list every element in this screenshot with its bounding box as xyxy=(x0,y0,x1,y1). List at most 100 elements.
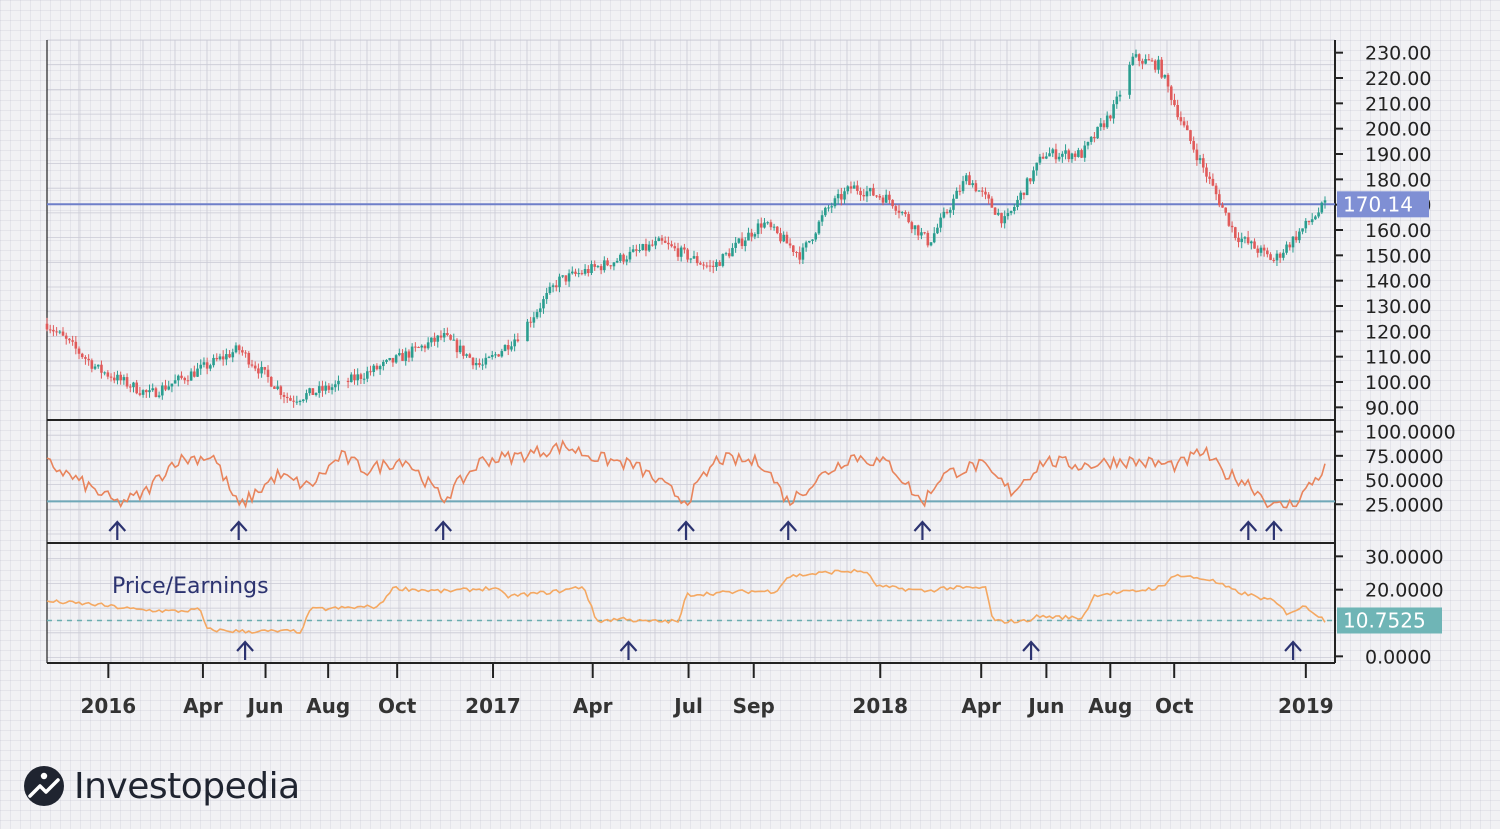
price-candle xyxy=(401,349,404,362)
price-candle xyxy=(1035,162,1039,176)
y-tick-label: 100.0000 xyxy=(1365,422,1456,444)
price-candle xyxy=(1157,55,1160,74)
price-candle xyxy=(926,230,930,248)
price-candle xyxy=(801,243,805,264)
price-candle xyxy=(548,282,552,295)
price-candle xyxy=(1093,131,1096,143)
price-candle xyxy=(833,195,837,209)
price-candle xyxy=(1128,61,1131,99)
price-candle xyxy=(298,399,302,406)
price-candle xyxy=(305,389,308,403)
price-candle xyxy=(189,368,193,381)
price-candle xyxy=(660,234,664,245)
y-tick-label: 25.0000 xyxy=(1365,494,1444,516)
price-candle xyxy=(1086,141,1090,150)
price-candle xyxy=(1061,151,1064,163)
price-candle xyxy=(420,344,424,352)
price-candle xyxy=(128,384,132,393)
price-candle xyxy=(1307,220,1311,226)
price-candle xyxy=(231,348,235,363)
y-tick-label: 50.0000 xyxy=(1365,470,1444,492)
price-pane: 90.00 100.00 110.00 120.00 130.00 140.00 150.0… xyxy=(45,43,1431,419)
price-candle xyxy=(1282,249,1285,261)
price-candle xyxy=(221,350,225,366)
price-candle xyxy=(1077,147,1080,158)
price-candle xyxy=(1089,136,1093,145)
price-candle xyxy=(122,374,126,385)
y-tick-label: 230.00 xyxy=(1365,43,1431,65)
price-candle xyxy=(612,261,616,271)
buy-signal-arrow xyxy=(1239,520,1258,540)
price-candle xyxy=(388,357,392,361)
price-candle xyxy=(125,373,129,389)
price-candle xyxy=(817,220,821,235)
x-tick-label: Apr xyxy=(961,694,1001,718)
price-candle xyxy=(1141,58,1144,70)
price-candle xyxy=(458,339,462,354)
price-candle xyxy=(1160,57,1163,79)
price-candle xyxy=(385,359,388,364)
price-candle xyxy=(337,375,340,391)
price-candle xyxy=(430,337,433,347)
price-candle xyxy=(1317,207,1320,219)
price-candle xyxy=(1304,218,1308,233)
price-candle xyxy=(132,381,135,393)
price-candle xyxy=(708,259,712,272)
price-candle xyxy=(843,187,846,204)
price-candle xyxy=(426,337,430,350)
price-candle xyxy=(52,325,55,337)
price-candle xyxy=(285,392,289,403)
price-candle xyxy=(1320,201,1324,215)
price-candle xyxy=(1057,152,1061,162)
price-candle xyxy=(561,275,564,279)
investopedia-logo-icon xyxy=(24,766,64,806)
price-candle xyxy=(996,208,1000,217)
price-candle xyxy=(1109,114,1112,122)
price-candle xyxy=(759,217,763,234)
price-candle xyxy=(1032,166,1035,184)
price-candle xyxy=(558,273,561,293)
price-candle xyxy=(1115,91,1119,109)
price-candle xyxy=(1025,177,1029,196)
price-candle xyxy=(827,204,830,212)
y-tick-label: 75.0000 xyxy=(1365,446,1444,468)
price-candle xyxy=(212,354,215,368)
price-candle xyxy=(1208,171,1211,185)
price-candle xyxy=(353,368,356,385)
price-candle xyxy=(727,248,731,259)
price-candle xyxy=(1234,226,1237,241)
price-candle xyxy=(446,327,449,337)
price-candle xyxy=(116,370,119,385)
price-candle xyxy=(679,245,683,262)
price-candle xyxy=(609,264,613,270)
price-candle xyxy=(68,338,71,344)
price-candle xyxy=(311,388,315,396)
y-tick-label: 30.0000 xyxy=(1365,546,1444,568)
price-candle xyxy=(862,188,866,201)
price-candle xyxy=(1250,240,1253,250)
price-candle xyxy=(756,219,760,239)
price-candle xyxy=(327,383,331,394)
price-candle xyxy=(1099,118,1103,131)
price-candle xyxy=(667,236,670,250)
price-candle xyxy=(1150,57,1154,62)
price-candle xyxy=(1237,232,1240,248)
price-candle xyxy=(103,371,106,376)
price-candle xyxy=(266,365,270,383)
price-candle xyxy=(154,386,158,398)
price-candle xyxy=(423,344,427,353)
price-candle xyxy=(1073,151,1077,161)
price-candle xyxy=(161,382,164,400)
price-candle xyxy=(503,344,507,352)
price-candle xyxy=(151,383,154,392)
price-candle xyxy=(497,353,500,357)
price-candle xyxy=(811,239,814,245)
price-candle xyxy=(276,380,279,391)
price-candle xyxy=(737,238,741,244)
price-candle xyxy=(84,355,87,365)
price-candle xyxy=(1029,178,1032,185)
price-candle xyxy=(580,269,584,276)
price-candle xyxy=(80,352,84,359)
price-candle xyxy=(872,183,875,197)
price-candle xyxy=(64,332,68,345)
